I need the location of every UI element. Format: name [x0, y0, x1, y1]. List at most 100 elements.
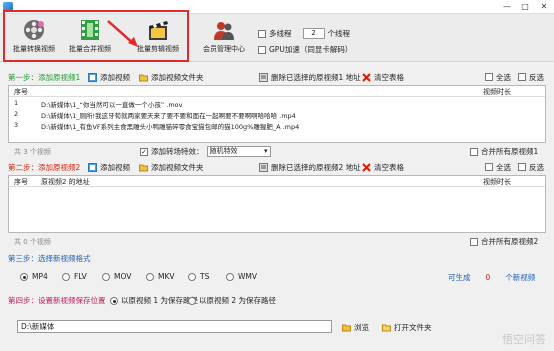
format-mp4[interactable]: MP4 — [20, 272, 48, 281]
select-all-checkbox[interactable] — [485, 163, 493, 171]
invert-checkbox[interactable] — [518, 73, 526, 81]
member-center-button[interactable]: 会员管理中心 — [196, 18, 252, 60]
add-video-button-2[interactable]: 添加视频 — [88, 161, 130, 173]
video2-table[interactable]: 序号 原视频2 的地址 视频时长 — [8, 175, 546, 233]
folder-add-icon — [139, 164, 148, 171]
thread-count-stepper[interactable]: 2 — [302, 28, 325, 39]
member-center-label: 会员管理中心 — [203, 45, 245, 53]
step3-label: 第三步：选择新视频格式 — [8, 253, 91, 263]
add-video-icon — [88, 72, 97, 82]
film-reel-icon — [24, 20, 44, 40]
delete-list-icon — [259, 162, 268, 172]
transition-label: 添加转场特效： — [151, 147, 204, 156]
save-path-input[interactable]: D:\新媒体 — [17, 320, 332, 333]
gpu-checkbox[interactable] — [258, 45, 266, 54]
video1-count: 共 3 个视频 — [14, 148, 51, 156]
save-option-1[interactable]: 以原视频 1 为保存路径 — [110, 295, 198, 306]
table-row[interactable]: 2 D:\新媒体\1_厕所!我这牙荀就两家要天来了要不要和面在一起啊要不要啊啊哈… — [9, 108, 545, 120]
format-flv[interactable]: FLV — [62, 272, 87, 281]
red-x-icon — [362, 162, 371, 172]
format-mkv[interactable]: MKV — [146, 272, 175, 281]
maximize-button[interactable]: □ — [516, 0, 534, 14]
transition-checkbox[interactable] — [140, 147, 148, 156]
format-radio[interactable] — [146, 272, 154, 281]
multithread-checkbox[interactable] — [258, 29, 266, 38]
film-strip-icon — [81, 20, 99, 40]
col-path: 原视频2 的地址 — [41, 178, 90, 186]
format-mov[interactable]: MOV — [102, 272, 131, 281]
watermark: 悟空问答 — [502, 333, 546, 346]
minimize-button[interactable]: — — [498, 0, 516, 14]
save-option-1-radio[interactable] — [110, 296, 118, 305]
format-radio[interactable] — [102, 272, 110, 281]
multithread-label: 多线程 — [269, 29, 292, 38]
folder-add-icon — [139, 74, 148, 81]
format-radio[interactable] — [20, 272, 28, 281]
open-folder-label: 打开文件夹 — [394, 322, 432, 332]
gpu-label: GPU加速（同显卡解码） — [269, 45, 353, 54]
format-radio[interactable] — [62, 272, 70, 281]
merge-all-2-option: 合并所有原视频2 — [470, 236, 538, 247]
clear-table-button-2[interactable]: 清空表格 — [362, 161, 404, 173]
save-option-2[interactable]: 以原视频 2 为保存路径 — [188, 295, 276, 306]
merge-all-2-checkbox[interactable] — [470, 237, 478, 246]
format-label: FLV — [74, 272, 87, 281]
merge-all-2-label: 合并所有原视频2 — [481, 237, 539, 246]
browse-button[interactable]: 浏览 — [342, 321, 369, 333]
add-folder-button-2[interactable]: 添加视频文件夹 — [139, 161, 204, 173]
delete-list-icon — [259, 72, 268, 82]
select-all-checkbox[interactable] — [485, 73, 493, 81]
select-all-2[interactable]: 全选 — [485, 161, 511, 173]
col-duration: 视频时长 — [483, 178, 511, 186]
gpu-option: GPU加速（同显卡解码） — [258, 44, 352, 55]
table-row[interactable]: 1 D:\新媒体\1_“你当然可以一直做一个小孩” .mov — [9, 97, 545, 109]
generated-value: 0 — [485, 273, 491, 282]
select-all-1[interactable]: 全选 — [485, 71, 511, 83]
format-radio[interactable] — [188, 272, 196, 281]
video1-table[interactable]: 序号 视频时长 1 D:\新媒体\1_“你当然可以一直做一个小孩” .mov 2… — [8, 85, 546, 143]
save-option-1-label: 以原视频 1 为保存路径 — [121, 296, 199, 305]
invert-selection-1[interactable]: 反选 — [518, 71, 544, 83]
folder-icon — [342, 324, 351, 331]
clear-table-label: 清空表格 — [374, 72, 404, 82]
clear-table-button-1[interactable]: 清空表格 — [362, 71, 404, 83]
add-video-button-1[interactable]: 添加视频 — [88, 71, 130, 83]
batch-clip-label: 批量剪辑视频 — [137, 45, 179, 53]
video1-table-header: 序号 视频时长 — [9, 86, 545, 97]
save-option-2-label: 以原视频 2 为保存路径 — [199, 296, 277, 305]
step4-header: 第四步：设置新视频保存位置 — [8, 294, 106, 306]
format-label: TS — [200, 272, 210, 281]
invert-selection-2[interactable]: 反选 — [518, 161, 544, 173]
batch-clip-button[interactable]: 批量剪辑视频 — [130, 18, 186, 60]
format-ts[interactable]: TS — [188, 272, 209, 281]
merge-all-1-checkbox[interactable] — [470, 147, 478, 156]
red-x-icon — [362, 72, 371, 82]
format-wmv[interactable]: WMV — [226, 272, 257, 281]
format-radio[interactable] — [226, 272, 234, 281]
clapperboard-icon — [149, 21, 168, 40]
col-duration: 视频时长 — [483, 88, 511, 96]
add-video-icon — [88, 162, 97, 172]
users-icon — [214, 22, 234, 40]
row-index: 3 — [14, 121, 19, 129]
save-option-2-radio[interactable] — [188, 296, 196, 305]
delete-selected-button-1[interactable]: 删除已选择的原视频1 地址 — [259, 71, 361, 83]
delete-selected-label: 删除已选择的原视频2 地址 — [271, 162, 361, 172]
select-all-label: 全选 — [496, 162, 511, 172]
open-folder-button[interactable]: 打开文件夹 — [382, 321, 432, 333]
col-index: 序号 — [14, 88, 28, 96]
clear-table-label: 清空表格 — [374, 162, 404, 172]
step1-header: 第一步：添加原视频1 — [8, 71, 80, 83]
invert-checkbox[interactable] — [518, 163, 526, 171]
merge-all-1-label: 合并所有原视频1 — [481, 147, 539, 156]
add-folder-label: 添加视频文件夹 — [151, 72, 204, 82]
add-folder-button-1[interactable]: 添加视频文件夹 — [139, 71, 204, 83]
table-row[interactable]: 3 D:\新媒体\1_有鱼VF系列主食黑雕头小鸭雕猫碎零食宝猫包邮的猫100g%… — [9, 119, 545, 131]
close-button[interactable]: ✕ — [535, 0, 553, 14]
delete-selected-button-2[interactable]: 删除已选择的原视频2 地址 — [259, 161, 361, 173]
transition-select[interactable]: 随机特效 — [206, 146, 271, 157]
generated-label: 可生成 — [448, 273, 471, 282]
select-all-label: 全选 — [496, 72, 511, 82]
batch-convert-button[interactable]: 批量转换视频 — [6, 18, 62, 60]
invert-label: 反选 — [529, 72, 544, 82]
